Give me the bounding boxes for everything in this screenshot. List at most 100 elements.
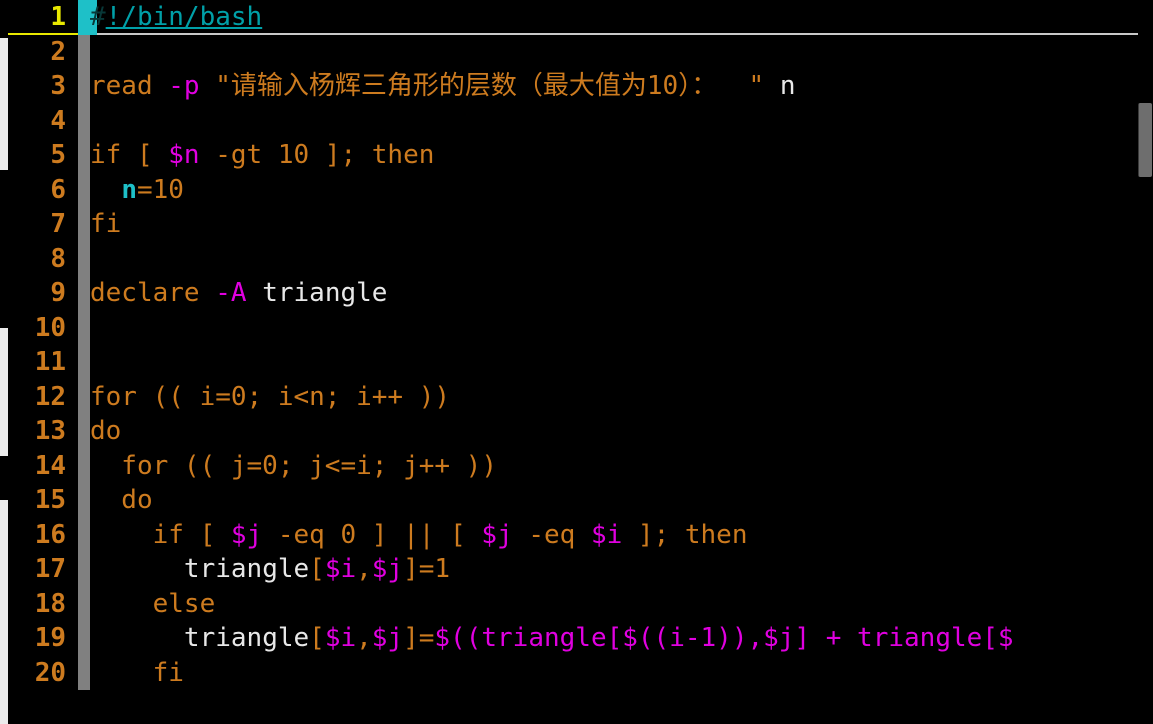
code-token: do [90, 485, 153, 515]
code-line[interactable]: 16 if [ $j -eq 0 ] || [ $j -eq $i ]; the… [0, 517, 1153, 553]
code-editor-area[interactable]: 1 #!/bin/bash 2 3 read -p "请输入杨辉三角形的层数（最大值为1… [0, 0, 1153, 724]
fold-column[interactable] [78, 310, 90, 345]
code-line[interactable]: 2 [0, 34, 1153, 69]
code-line[interactable]: 14 for (( j=0; j<=i; j++ )) [0, 448, 1153, 484]
code-line[interactable]: 8 [0, 241, 1153, 276]
line-number: 6 [50, 174, 66, 205]
code-line[interactable]: 17 triangle[$i,$j]=1 [0, 552, 1153, 587]
fold-column[interactable] [78, 379, 90, 414]
code-line-text: if [ $n -gt 10 ]; then [90, 138, 434, 173]
code-line[interactable]: 7 fi [0, 207, 1153, 242]
line-number: 12 [34, 381, 66, 412]
code-line-text: n=10 [90, 173, 184, 208]
line-number: 15 [34, 485, 66, 515]
code-line[interactable]: 20 fi [0, 655, 1153, 691]
code-line[interactable]: 6 n=10 [0, 172, 1153, 208]
window-left-chrome-sliver-3 [0, 500, 8, 724]
code-token: -p [168, 71, 200, 101]
fold-column[interactable] [78, 207, 90, 242]
code-line-text: for (( i=0; i<n; i++ )) [90, 380, 450, 415]
fold-column[interactable] [78, 138, 90, 173]
fold-column[interactable] [78, 414, 90, 449]
fold-column[interactable] [78, 69, 90, 104]
code-token: $i [324, 554, 357, 584]
fold-column[interactable] [78, 517, 90, 552]
code-token: $i [590, 519, 623, 550]
vertical-scrollbar-thumb[interactable] [1138, 103, 1152, 177]
code-line-text: do [90, 483, 153, 518]
code-token: if [ [90, 140, 169, 170]
code-line-text: read -p "请输入杨辉三角形的层数（最大值为10）： " n [90, 69, 795, 104]
line-number: 1 [50, 2, 66, 32]
code-token: # [90, 2, 106, 32]
code-line[interactable]: 3 read -p "请输入杨辉三角形的层数（最大值为10）： " n [0, 69, 1153, 104]
code-line-text: triangle[$i,$j]=$((triangle[$((i-1)),$j]… [90, 621, 1014, 656]
code-token: fi [90, 657, 184, 688]
code-token: , [356, 554, 372, 584]
code-token: $j [481, 519, 513, 550]
vertical-scrollbar-track[interactable] [1138, 0, 1153, 724]
code-token: [ [309, 554, 325, 584]
line-number: 2 [50, 36, 66, 67]
code-token: $j [371, 623, 404, 653]
code-token: declare [90, 278, 216, 308]
code-line-text: triangle[$i,$j]=1 [90, 552, 450, 587]
line-number: 18 [34, 588, 66, 619]
fold-column[interactable] [78, 448, 90, 483]
line-number: 20 [34, 657, 66, 688]
fold-column[interactable] [78, 552, 90, 587]
code-token: -eq [512, 519, 591, 550]
fold-column[interactable] [78, 483, 90, 518]
code-line[interactable]: 11 [0, 345, 1153, 380]
code-line-text: fi [90, 656, 184, 691]
code-line-text: #!/bin/bash [90, 0, 262, 35]
code-line[interactable]: 13 do [0, 414, 1153, 449]
line-number: 10 [34, 312, 66, 343]
code-line[interactable]: 1 #!/bin/bash [0, 0, 1153, 35]
code-token: "请输入杨辉三角形的层数（最大值为10）： " [199, 71, 780, 101]
code-token: $j [230, 519, 263, 550]
fold-column[interactable] [78, 345, 90, 380]
fold-column[interactable] [78, 276, 90, 311]
window-left-chrome-sliver-2 [0, 328, 8, 456]
code-line[interactable]: 4 [0, 103, 1153, 138]
code-token: $j [371, 554, 404, 584]
code-line[interactable]: 9 declare -A triangle [0, 276, 1153, 311]
editor-window: 1 #!/bin/bash 2 3 read -p "请输入杨辉三角形的层数（最大值为1… [0, 0, 1153, 724]
code-token: ]=1 [403, 554, 451, 584]
fold-column[interactable] [78, 34, 90, 69]
code-token: -eq 0 ] || [ [262, 519, 482, 550]
line-number: 5 [50, 140, 66, 170]
fold-column[interactable] [78, 103, 90, 138]
line-number: 7 [50, 209, 66, 239]
line-number: 14 [34, 450, 66, 481]
fold-column[interactable] [78, 172, 90, 207]
code-line-text: if [ $j -eq 0 ] || [ $j -eq $i ]; then [90, 518, 748, 553]
code-line[interactable]: 15 do [0, 483, 1153, 518]
fold-column[interactable] [78, 621, 90, 656]
line-number: 3 [50, 71, 66, 101]
code-token: $((triangle[$((i-1)),$j] + triangle[$ [434, 623, 1014, 653]
code-token: -A [215, 278, 247, 308]
code-token: , [356, 623, 372, 653]
code-token: ]; then [622, 519, 748, 550]
line-number: 4 [50, 105, 66, 136]
line-number: 16 [34, 519, 66, 550]
code-token: else [90, 588, 216, 619]
code-line[interactable]: 5 if [ $n -gt 10 ]; then [0, 138, 1153, 173]
code-token: if [ [90, 519, 231, 550]
fold-column[interactable] [78, 655, 90, 690]
code-token: read [90, 71, 169, 101]
code-line-text: else [90, 587, 216, 622]
fold-column[interactable] [78, 586, 90, 621]
code-token: triangle [183, 554, 310, 584]
fold-column[interactable] [78, 241, 90, 276]
code-line-text: for (( j=0; j<=i; j++ )) [90, 449, 497, 484]
code-line[interactable]: 18 else [0, 586, 1153, 622]
code-line[interactable]: 10 [0, 310, 1153, 345]
code-line[interactable]: 12 for (( i=0; i<n; i++ )) [0, 379, 1153, 415]
code-line[interactable]: 19 triangle[$i,$j]=$((triangle[$((i-1)),… [0, 621, 1153, 656]
